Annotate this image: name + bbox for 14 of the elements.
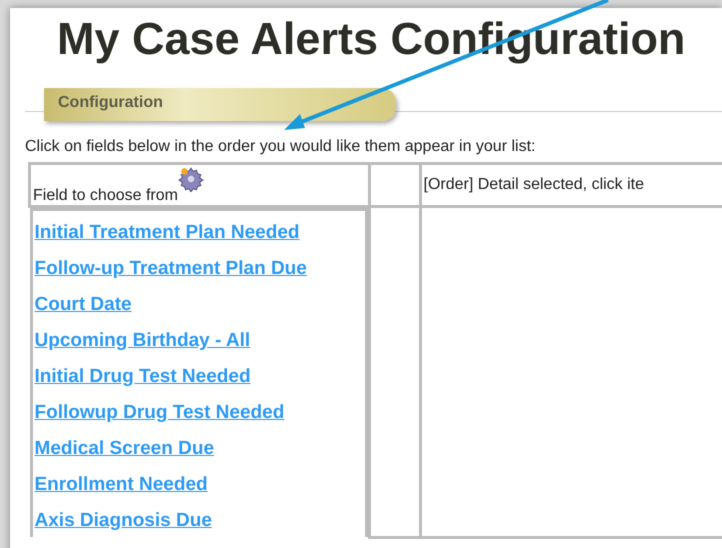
instruction-text: Click on fields below in the order you would like them appear in your list: <box>25 138 536 156</box>
field-link[interactable]: Follow-up Treatment Plan Due <box>34 251 307 287</box>
field-link[interactable]: Axis Diagnosis Due <box>34 503 212 539</box>
column-header: [Order] Detail selected, click ite <box>422 176 644 193</box>
field-link[interactable]: Initial Drug Test Needed <box>34 359 251 395</box>
column-header: Field to choose from <box>32 186 178 204</box>
field-link[interactable]: Initial Treatment Plan Needed <box>34 215 300 251</box>
field-link[interactable]: Court Date <box>34 287 132 323</box>
tab[interactable]: Configuration <box>44 88 396 121</box>
field-link[interactable]: Enrollment Needed <box>34 467 208 503</box>
field-link[interactable]: Medical Screen Due <box>34 431 214 467</box>
field-link[interactable]: Upcoming Birthday - All <box>34 323 250 359</box>
gear-icon <box>178 166 204 192</box>
field-link[interactable]: Followup Drug Test Needed <box>34 395 284 431</box>
